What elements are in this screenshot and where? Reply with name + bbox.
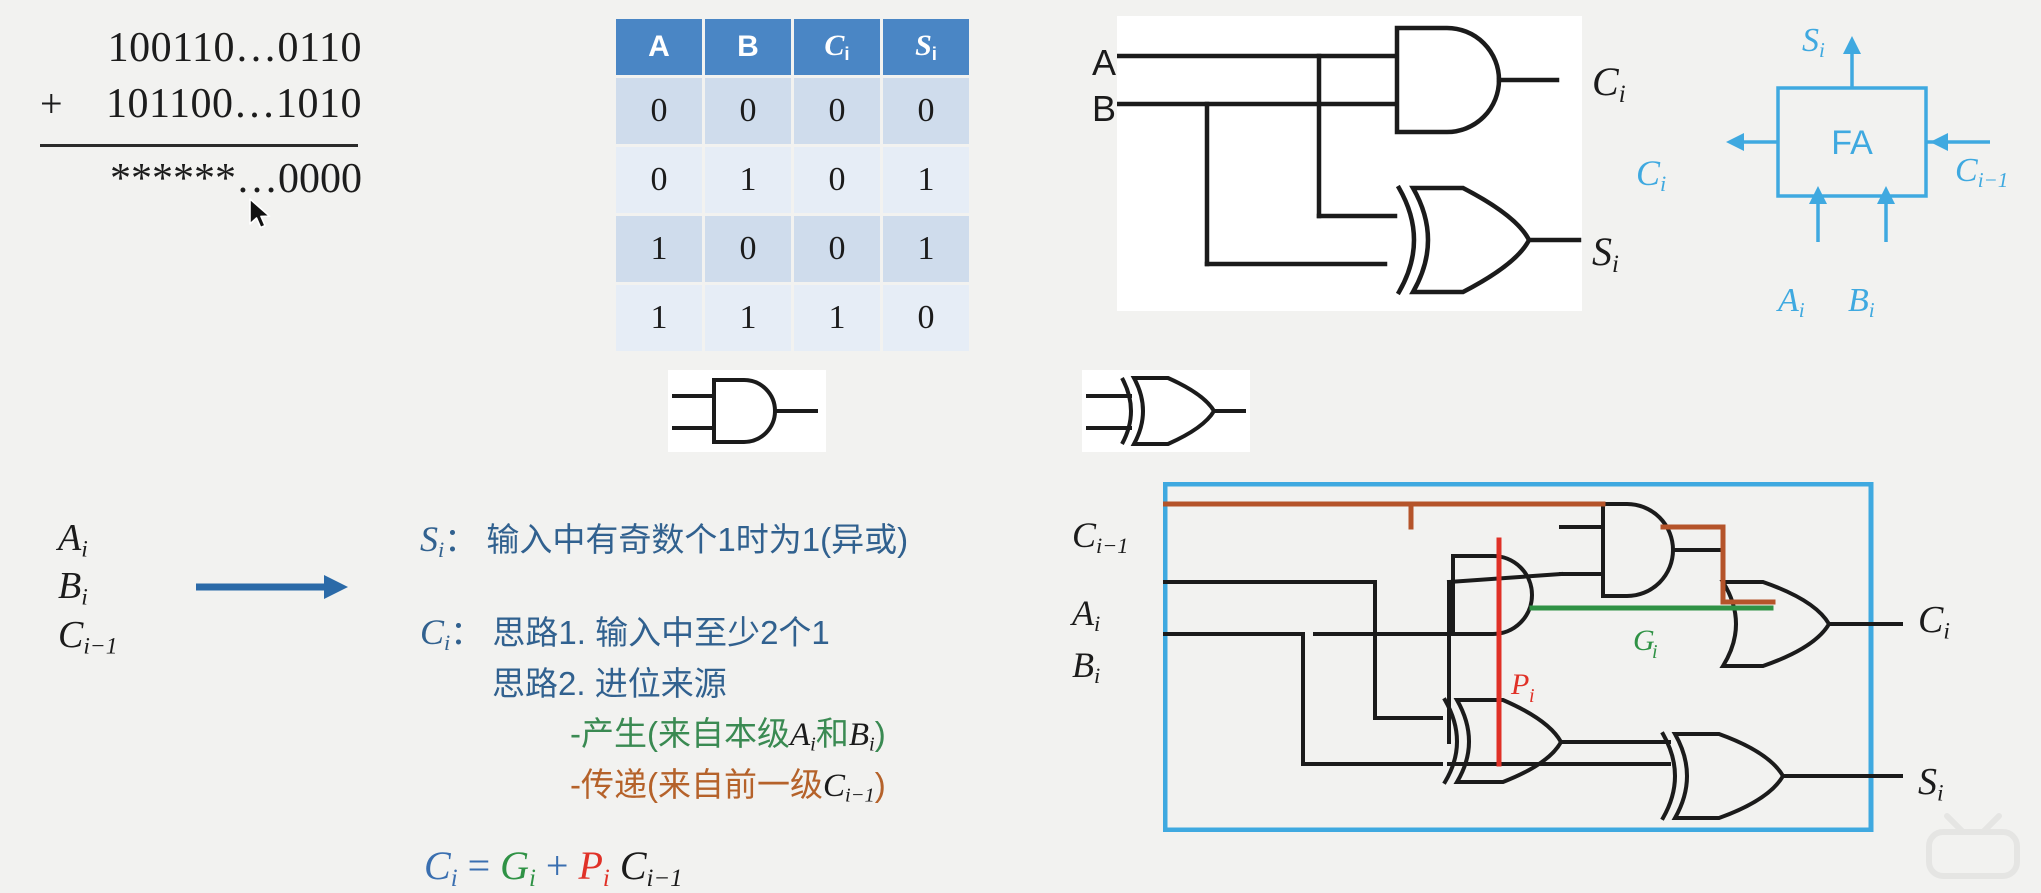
explanation-idea2: 思路2. 进位来源 [492, 665, 727, 703]
cell-a: 0 [616, 147, 702, 213]
mouse-cursor-icon [249, 198, 271, 229]
fa-circuit-input-a-label: Ai [1072, 593, 1101, 637]
explanation-generate-bullet: -产生(来自本级Ai和Bi) [570, 714, 886, 756]
addition-operand1-row: 100110…0110 [40, 24, 370, 80]
column-header-si: Si [883, 19, 969, 75]
cell-ci: 0 [794, 147, 880, 213]
fa-block-carry-output-label: Ci [1636, 153, 1667, 197]
addition-operand2: 101100…1010 [106, 81, 362, 127]
fa-circuit-carry-output-label: Ci [1918, 599, 1950, 645]
explanation-carry-label: Ci [420, 611, 451, 655]
addition-rule-line [40, 144, 358, 147]
fa-block-input-b-label: Bi [1848, 282, 1875, 322]
explanation-idea1: 思路1. 输入中至少2个1 [492, 613, 830, 651]
list-item: Ai [58, 517, 88, 563]
cell-b: 0 [705, 78, 791, 144]
cell-ci: 1 [794, 285, 880, 351]
fa-circuit-carry-in-label: Ci−1 [1072, 515, 1129, 559]
table-row: 0 0 0 0 [616, 78, 969, 144]
full-adder-circuit-diagram: G i P i [1060, 481, 1905, 833]
cell-si: 1 [883, 147, 969, 213]
binary-addition-block: 100110…0110 + 101100…1010 ******…0000 [40, 24, 370, 203]
explanation-propagate-bullet: -传递(来自前一级Ci−1) [570, 766, 886, 808]
half-adder-sum-output-label: Si [1592, 229, 1619, 278]
fa-box-label: FA [1831, 124, 1873, 162]
fa-circuit-input-b-label: Bi [1072, 645, 1101, 689]
explanation-sum-line: Si： 输入中有奇数个1时为1(异或) [420, 519, 909, 563]
column-header-ci: Ci [794, 19, 880, 75]
explanation-text-block: Si： 输入中有奇数个1时为1(异或) Ci： 思路1. 输入中至少2个1 思路… [420, 512, 1040, 812]
addition-operand2-row: + 101100…1010 [40, 80, 370, 136]
cell-a: 0 [616, 78, 702, 144]
half-adder-diagram [1114, 16, 1582, 311]
cell-si: 1 [883, 216, 969, 282]
addition-plus-sign: + [40, 81, 64, 126]
explanation-sum-label: Si [420, 519, 445, 563]
column-header-b: B [705, 19, 791, 75]
explanation-carry-line: Ci： 思路1. 输入中至少2个1 [420, 611, 830, 655]
column-header-a: A [616, 19, 702, 75]
truth-table: A B Ci Si 0 0 0 0 0 1 0 1 1 0 0 1 1 1 1 … [613, 16, 972, 354]
half-adder-input-a-label: A [1092, 42, 1117, 83]
cell-ci: 0 [794, 78, 880, 144]
cell-ci: 0 [794, 216, 880, 282]
cell-b: 0 [705, 216, 791, 282]
wire-label-pi: P [1510, 668, 1529, 701]
half-adder-carry-output-label: Ci [1592, 59, 1626, 108]
slide-canvas: 100110…0110 + 101100…1010 ******…0000 A … [0, 0, 2041, 892]
table-row: 1 1 1 0 [616, 285, 969, 351]
fa-block-input-a-label: Ai [1778, 282, 1805, 322]
right-arrow-icon [196, 570, 351, 604]
svg-text:i: i [1652, 641, 1658, 663]
fa-block-sum-output-label: Si [1802, 22, 1825, 62]
fa-circuit-sum-output-label: Si [1918, 761, 1944, 807]
input-signals-list: Ai Bi Ci−1 [58, 516, 118, 661]
addition-operand1: 100110…0110 [107, 25, 362, 71]
table-row: 0 1 0 1 [616, 147, 969, 213]
cell-a: 1 [616, 285, 702, 351]
cell-si: 0 [883, 78, 969, 144]
table-row: 1 0 0 1 [616, 216, 969, 282]
and-gate-legend [668, 370, 826, 452]
list-item: Ci−1 [58, 613, 118, 660]
fa-block-carry-input-label: Ci−1 [1955, 152, 2009, 192]
table-header-row: A B Ci Si [616, 19, 969, 75]
carry-formula: Ci = Gi + Pi Ci−1 [424, 843, 683, 892]
explanation-sum-text: 输入中有奇数个1时为1(异或) [486, 521, 909, 558]
addition-sum: ******…0000 [110, 156, 362, 202]
cell-si: 0 [883, 285, 969, 351]
xor-gate-legend [1082, 370, 1250, 452]
list-item: Bi [58, 565, 88, 611]
cell-a: 1 [616, 216, 702, 282]
cell-b: 1 [705, 285, 791, 351]
half-adder-input-b-label: B [1092, 88, 1117, 129]
cell-b: 1 [705, 147, 791, 213]
svg-text:i: i [1529, 685, 1535, 707]
tv-logo-watermark-icon [1926, 813, 2020, 879]
